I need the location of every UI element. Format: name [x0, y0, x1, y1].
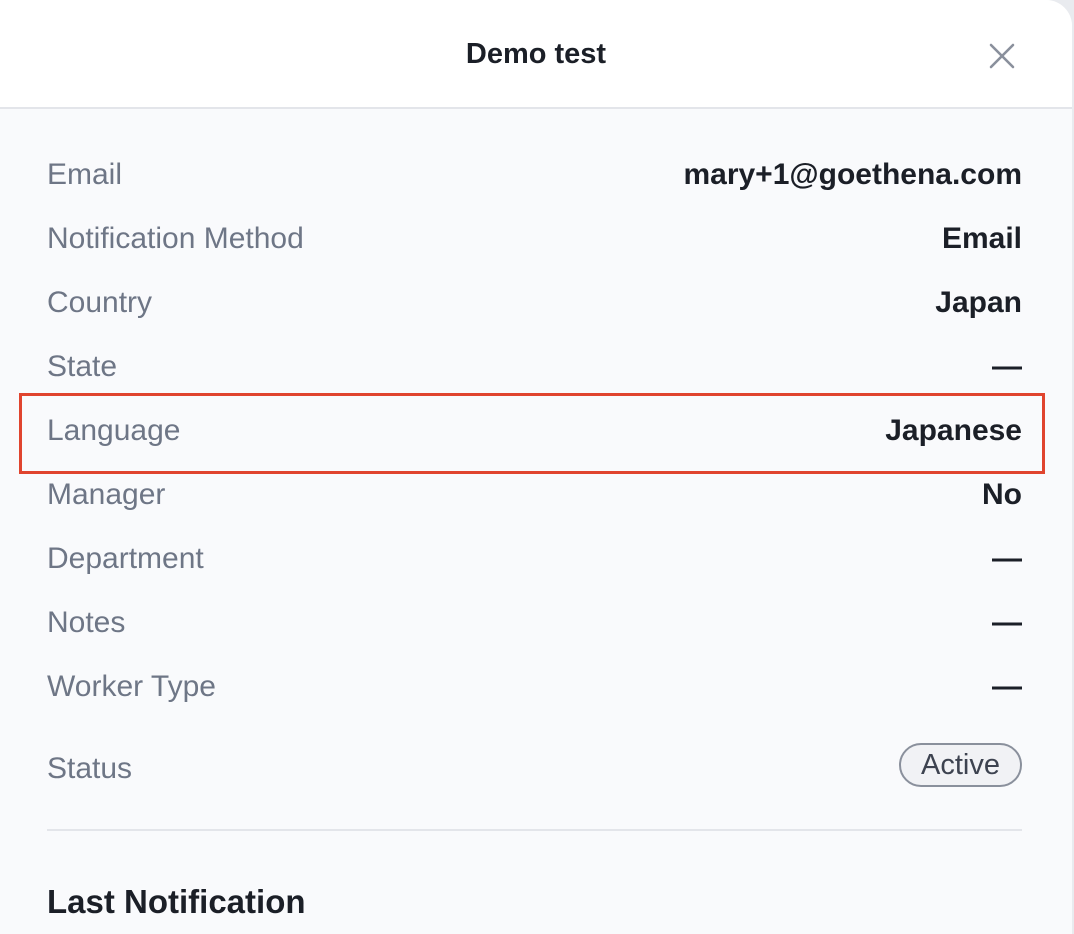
details-list: Email mary+1@goethena.com Notification M… — [47, 143, 1022, 791]
detail-row-state: State — — [47, 335, 1022, 399]
detail-row-language: Language Japanese — [47, 399, 1022, 463]
detail-row-email: Email mary+1@goethena.com — [47, 143, 1022, 207]
detail-value: Email — [941, 222, 1022, 255]
detail-label: Notification Method — [47, 222, 304, 255]
detail-label: Language — [47, 414, 181, 447]
detail-label: Country — [47, 286, 153, 319]
detail-value: — — [992, 606, 1022, 639]
detail-row-notes: Notes — — [47, 591, 1022, 655]
detail-label: Notes — [47, 606, 126, 639]
detail-value: No — [982, 478, 1022, 511]
section-divider — [47, 829, 1022, 831]
detail-value: Japan — [935, 286, 1022, 319]
dialog-title: Demo test — [465, 38, 607, 70]
detail-value: — — [992, 350, 1022, 383]
close-icon[interactable] — [986, 40, 1018, 72]
detail-label: Worker Type — [47, 670, 216, 703]
dialog-header: Demo test — [0, 0, 1072, 109]
detail-label: State — [47, 350, 118, 383]
detail-row-manager: Manager No — [47, 463, 1022, 527]
user-detail-panel: Demo test Email mary+1@goethena.com Noti… — [0, 0, 1072, 934]
detail-label: Status — [47, 752, 133, 785]
detail-value: — — [992, 542, 1022, 575]
detail-label: Department — [47, 542, 204, 575]
detail-row-country: Country Japan — [47, 271, 1022, 335]
detail-row-notification-method: Notification Method Email — [47, 207, 1022, 271]
detail-value: — — [992, 670, 1022, 703]
detail-value: mary+1@goethena.com — [683, 158, 1022, 191]
detail-row-worker-type: Worker Type — — [47, 655, 1022, 719]
detail-row-department: Department — — [47, 527, 1022, 591]
detail-label: Manager — [47, 478, 166, 511]
last-notification-heading: Last Notification — [47, 883, 306, 920]
detail-row-status: Status Active — [47, 719, 1022, 791]
status-badge: Active — [899, 743, 1022, 787]
detail-value: Japanese — [885, 414, 1022, 447]
detail-label: Email — [47, 158, 123, 191]
